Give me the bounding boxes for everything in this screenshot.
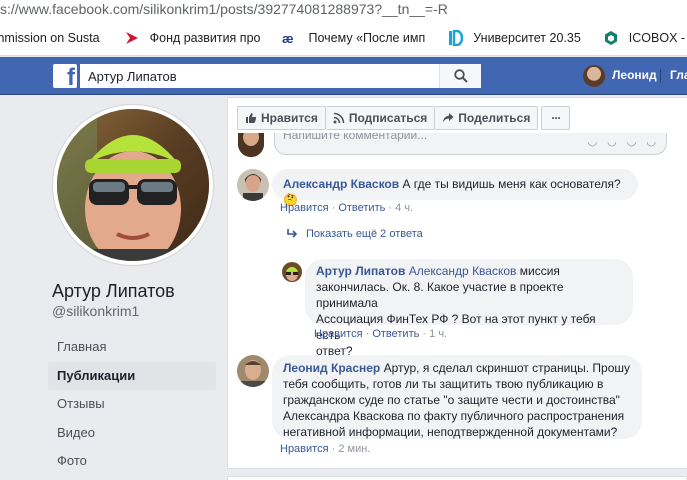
- comment-time[interactable]: 2 мин.: [338, 443, 370, 455]
- comment-like-link[interactable]: Нравится: [280, 443, 329, 455]
- bookmark-label: Фонд развития про: [149, 30, 261, 45]
- comment-placeholder: Напишите комментарий...: [283, 133, 428, 142]
- menu-item-posts[interactable]: Публикации: [48, 361, 216, 390]
- follow-label: Подписаться: [348, 111, 428, 125]
- search-icon: [453, 69, 468, 83]
- reply-arrow-icon: [287, 229, 298, 238]
- comment-text-1: Артур, я сделал скриншот страницы. Прошу: [380, 361, 631, 375]
- menu-item-videos[interactable]: Видео: [48, 419, 216, 448]
- bookmarks-bar: mmission on Susta Фонд развития про æ По…: [0, 20, 687, 56]
- reply-time[interactable]: 1 ч.: [429, 328, 447, 340]
- comment-bubble: Александр Квасков А где ты видишь меня к…: [272, 169, 638, 207]
- facebook-logo-icon[interactable]: f: [53, 64, 77, 90]
- emoji-icon[interactable]: ◡: [588, 135, 598, 149]
- commenter-avatar[interactable]: [237, 355, 269, 387]
- bookmark-pochemu[interactable]: æ Почему «После имп: [282, 30, 425, 46]
- menu-item-reviews[interactable]: Отзывы: [48, 390, 216, 419]
- comment-meta: Нравится · Ответить · 4 ч.: [280, 202, 414, 214]
- reply-text-1: миссия: [516, 264, 560, 278]
- search-input[interactable]: [80, 64, 430, 88]
- profile-menu: Главная Публикации Отзывы Видео Фото: [48, 333, 216, 476]
- comment-text-3: гражданском суде по статье "о защите чес…: [283, 393, 620, 407]
- profile-handle[interactable]: @silikonkrim1: [52, 303, 139, 319]
- svg-text:æ: æ: [282, 31, 294, 46]
- reply-avatar[interactable]: [282, 262, 302, 282]
- composer-avatar: [238, 133, 264, 157]
- show-more-replies[interactable]: Показать ещё 2 ответа: [287, 228, 423, 240]
- reply-text-2: закончилась. Ок. 8. Какое участие в прое…: [316, 280, 564, 310]
- id-icon: [447, 29, 464, 46]
- reply-mention[interactable]: Александр Квасков: [409, 264, 517, 278]
- icobox-icon: [603, 30, 619, 46]
- comment-bubble: Леонид Краснер Артур, я сделал скриншот …: [272, 355, 642, 439]
- show-more-replies-label: Показать ещё 2 ответа: [306, 228, 423, 240]
- rss-icon: [333, 112, 345, 124]
- home-link[interactable]: Гла: [670, 68, 687, 82]
- comment-reply-link[interactable]: Ответить: [338, 202, 385, 214]
- bookmark-university[interactable]: Университет 20.35: [447, 29, 581, 46]
- url-text: s://www.facebook.com/silikonkrim1/posts/…: [0, 1, 448, 17]
- gif-icon[interactable]: ◡: [627, 135, 637, 149]
- like-page-button[interactable]: Нравится: [237, 106, 326, 130]
- profile-name[interactable]: Артур Липатов: [52, 281, 175, 302]
- comment-meta: Нравится · 2 мин.: [280, 443, 371, 455]
- bookmark-label: Университет 20.35: [473, 30, 581, 45]
- next-post-card: [227, 476, 687, 480]
- comment-text-5: негативной информации, неподтвержденной …: [283, 425, 618, 439]
- share-button[interactable]: Поделиться: [435, 106, 539, 130]
- reply-bubble: Артур Липатов Александр Квасков миссия з…: [305, 259, 633, 358]
- sticker-icon[interactable]: ◡: [646, 135, 656, 149]
- comment-author[interactable]: Леонид Краснер: [283, 361, 380, 375]
- reply-meta: Нравится · Ответить · 1 ч.: [314, 328, 448, 340]
- comment-like-link[interactable]: Нравится: [280, 202, 329, 214]
- camera-icon[interactable]: ◡: [607, 135, 617, 149]
- bookmark-label: ICOBOX - Launch y: [628, 30, 687, 45]
- search-button[interactable]: [439, 64, 481, 88]
- menu-item-home[interactable]: Главная: [48, 333, 216, 362]
- thumbs-up-icon: [246, 113, 257, 123]
- profile-avatar[interactable]: [53, 105, 213, 265]
- bookmark-icobox[interactable]: ICOBOX - Launch y: [603, 30, 687, 46]
- bookmark-fond[interactable]: Фонд развития про: [124, 30, 261, 46]
- user-avatar[interactable]: [583, 65, 605, 87]
- share-arrow-icon: [443, 113, 454, 123]
- reply-reply-link[interactable]: Ответить: [372, 328, 419, 340]
- like-page-label: Нравится: [261, 111, 318, 125]
- ae-icon: æ: [282, 30, 298, 46]
- comment-author[interactable]: Александр Квасков: [283, 177, 399, 191]
- more-button[interactable]: ···: [541, 106, 571, 130]
- nav-divider: [660, 69, 661, 83]
- reply-author[interactable]: Артур Липатов: [316, 264, 405, 278]
- facebook-header: f Леонид Гла: [0, 57, 687, 95]
- share-label: Поделиться: [458, 111, 531, 125]
- comment-text-4: Александра Кваскова по факту публичного …: [283, 409, 625, 423]
- user-name-link[interactable]: Леонид: [612, 68, 657, 82]
- search-box: [80, 64, 481, 88]
- follow-button[interactable]: Подписаться: [325, 106, 436, 130]
- composer-icons: ◡ ◡ ◡ ◡: [588, 135, 656, 149]
- comment-text-2: тебя сообщить, готов ли ты защитить твою…: [283, 377, 604, 391]
- bookmark-commission[interactable]: mmission on Susta: [0, 31, 100, 45]
- red-arrow-icon: [124, 30, 140, 46]
- comment-composer: Напишите комментарий... ◡ ◡ ◡ ◡: [238, 133, 668, 157]
- page-actions: Нравится Подписаться Поделиться ···: [237, 106, 571, 130]
- url-bar[interactable]: s://www.facebook.com/silikonkrim1/posts/…: [0, 0, 687, 20]
- bookmark-label: Почему «После имп: [308, 30, 426, 45]
- commenter-avatar[interactable]: [237, 169, 269, 201]
- menu-item-photos[interactable]: Фото: [48, 447, 216, 476]
- reply-like-link[interactable]: Нравится: [314, 328, 363, 340]
- comment-time[interactable]: 4 ч.: [395, 202, 413, 214]
- bookmark-label: mmission on Susta: [0, 30, 100, 45]
- comment-input[interactable]: Напишите комментарий... ◡ ◡ ◡ ◡: [274, 133, 667, 155]
- more-icon: ···: [551, 111, 561, 125]
